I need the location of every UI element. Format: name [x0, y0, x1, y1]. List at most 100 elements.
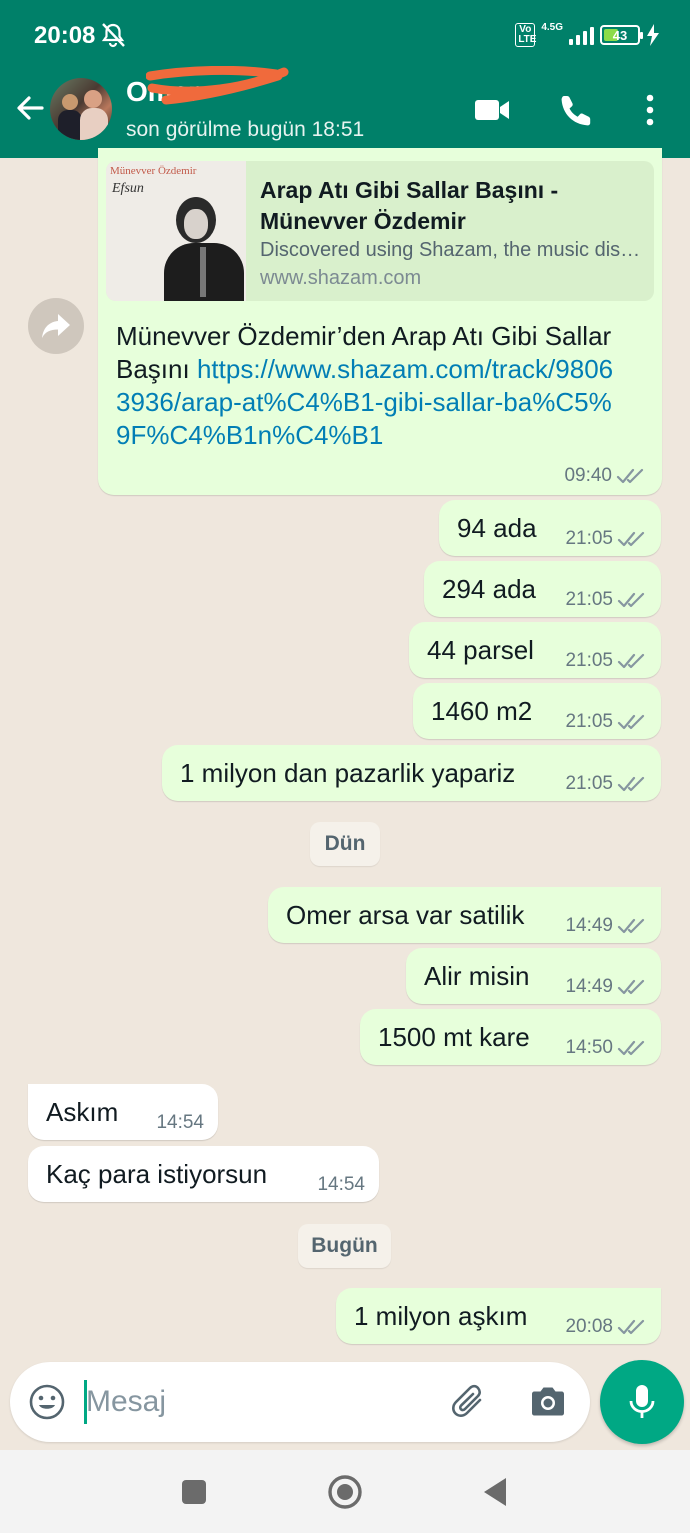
- message-time: 14:54: [156, 1112, 204, 1133]
- message-meta: 21:05: [565, 650, 647, 672]
- message-list[interactable]: Münevver Özdemir Efsun Arap Atı Gibi Sal…: [0, 148, 690, 1358]
- message-time: 21:05: [565, 528, 613, 549]
- date-separator: Dün: [310, 822, 380, 866]
- battery-icon: 43: [600, 25, 643, 45]
- voice-message-button[interactable]: [600, 1360, 684, 1444]
- double-check-icon: [617, 531, 645, 547]
- message-time: 20:08: [565, 1316, 613, 1337]
- message-text: 1 milyon dan pazarlik yapariz: [180, 758, 516, 788]
- message-meta: 21:05: [565, 711, 647, 733]
- message-meta: 14:54: [156, 1112, 204, 1134]
- message-bubble-outgoing[interactable]: 1500 mt kare 14:50: [360, 1009, 661, 1065]
- shared-link-message[interactable]: Münevver Özdemir Efsun Arap Atı Gibi Sal…: [98, 148, 662, 495]
- message-text: 94 ada: [457, 513, 537, 543]
- message-text: Kaç para istiyorsun: [46, 1159, 268, 1189]
- message-bubble-outgoing[interactable]: Omer arsa var satilik 14:49: [268, 887, 661, 943]
- message-text: 1460 m2: [431, 696, 533, 726]
- double-check-icon: [617, 918, 645, 934]
- message-text: 1 milyon aşkım: [354, 1301, 528, 1331]
- double-check-icon: [617, 1040, 645, 1056]
- double-check-icon: [617, 979, 645, 995]
- charging-icon: [647, 24, 659, 46]
- back-arrow-icon[interactable]: [14, 92, 46, 124]
- attach-icon[interactable]: [450, 1382, 490, 1422]
- link-preview-title: Arap Atı Gibi Sallar Başını - Münevver Ö…: [260, 177, 559, 234]
- back-nav-icon[interactable]: [476, 1472, 516, 1512]
- double-check-icon: [617, 1319, 645, 1335]
- message-bubble-outgoing[interactable]: 1 milyon dan pazarlik yapariz 21:05: [162, 745, 661, 801]
- double-check-icon: [617, 714, 645, 730]
- message-meta: 20:08: [565, 1316, 647, 1338]
- camera-icon[interactable]: [528, 1384, 568, 1420]
- message-bubble-incoming[interactable]: Kaç para istiyorsun 14:54: [28, 1146, 379, 1202]
- message-meta: 21:05: [565, 773, 647, 795]
- contact-avatar[interactable]: [50, 78, 112, 140]
- last-seen-status: son görülme bugün 18:51: [126, 118, 365, 141]
- message-bubble-outgoing[interactable]: 1460 m2 21:05: [413, 683, 661, 739]
- double-check-icon: [617, 653, 645, 669]
- message-bubble-outgoing[interactable]: 44 parsel 21:05: [409, 622, 661, 678]
- chat-header: 20:08 Vo LTE 4.5G 43 Omer son görülme bu…: [0, 0, 690, 158]
- message-time: 21:05: [565, 773, 613, 794]
- message-input[interactable]: [84, 1376, 424, 1428]
- date-separator: Bugün: [298, 1224, 391, 1268]
- double-check-icon: [617, 776, 645, 792]
- link-preview-card[interactable]: Münevver Özdemir Efsun Arap Atı Gibi Sal…: [106, 161, 654, 301]
- recent-apps-icon[interactable]: [174, 1472, 214, 1512]
- message-meta: 21:05: [565, 589, 647, 611]
- message-composer: [10, 1362, 590, 1442]
- more-options-icon[interactable]: [632, 92, 668, 128]
- message-meta: 14:50: [565, 1037, 647, 1059]
- message-meta: 14:54: [317, 1174, 365, 1196]
- message-text: 294 ada: [442, 574, 536, 604]
- message-text: 44 parsel: [427, 635, 534, 665]
- message-bubble-outgoing[interactable]: 294 ada 21:05: [424, 561, 661, 617]
- message-text: Askım: [46, 1097, 119, 1127]
- status-time: 20:08: [34, 22, 96, 49]
- message-bubble-outgoing[interactable]: 1 milyon aşkım 20:08: [336, 1288, 661, 1344]
- link-preview-description: Discovered using Shazam, the music disco…: [260, 239, 644, 261]
- double-check-icon: [617, 592, 645, 608]
- message-text: 1500 mt kare: [378, 1022, 530, 1052]
- message-time: 21:05: [565, 650, 613, 671]
- message-time: 14:54: [317, 1174, 365, 1195]
- double-check-icon: [616, 468, 644, 484]
- message-time: 14:50: [565, 1037, 613, 1058]
- forward-icon: [42, 314, 70, 338]
- link-message-text: Münevver Özdemir’den Arap Atı Gibi Salla…: [116, 320, 616, 452]
- message-meta: 09:40: [564, 465, 646, 487]
- message-time: 21:05: [565, 589, 613, 610]
- thumb-album: Efsun: [112, 181, 144, 196]
- message-time: 21:05: [565, 711, 613, 732]
- redaction-scribble: [146, 66, 289, 105]
- message-bubble-outgoing[interactable]: Alir misin 14:49: [406, 948, 661, 1004]
- message-meta: 14:49: [565, 976, 647, 998]
- message-meta: 21:05: [565, 528, 647, 550]
- link-preview-site: www.shazam.com: [260, 267, 422, 289]
- volte-badge: Vo LTE: [515, 23, 536, 47]
- message-time: 09:40: [564, 465, 612, 486]
- mute-notifications-icon: [101, 23, 125, 48]
- network-type: 4.5G: [541, 21, 563, 33]
- message-text: Omer arsa var satilik: [286, 900, 525, 930]
- album-cover-thumbnail: Münevver Özdemir Efsun: [106, 161, 246, 301]
- message-bubble-outgoing[interactable]: 94 ada 21:05: [439, 500, 661, 556]
- voice-call-icon[interactable]: [558, 92, 598, 128]
- thumb-artist: Münevver Özdemir: [110, 165, 197, 177]
- system-navigation-bar: [0, 1450, 690, 1533]
- emoji-icon[interactable]: [28, 1383, 66, 1421]
- battery-level: 43: [612, 27, 628, 43]
- message-meta: 14:49: [565, 915, 647, 937]
- home-icon[interactable]: [325, 1472, 365, 1512]
- forward-button[interactable]: [28, 298, 84, 354]
- message-text: Alir misin: [424, 961, 530, 991]
- video-call-icon[interactable]: [472, 92, 512, 128]
- shazam-link[interactable]: https://www.shazam.com/track/98063936/ar…: [116, 354, 613, 450]
- message-time: 14:49: [565, 976, 613, 997]
- message-bubble-incoming[interactable]: Askım 14:54: [28, 1084, 218, 1140]
- status-bar: 20:08 Vo LTE 4.5G 43: [0, 0, 690, 70]
- status-indicators: Vo LTE 4.5G 43: [515, 20, 660, 50]
- signal-icon: [569, 25, 594, 45]
- message-time: 14:49: [565, 915, 613, 936]
- microphone-icon: [629, 1385, 655, 1418]
